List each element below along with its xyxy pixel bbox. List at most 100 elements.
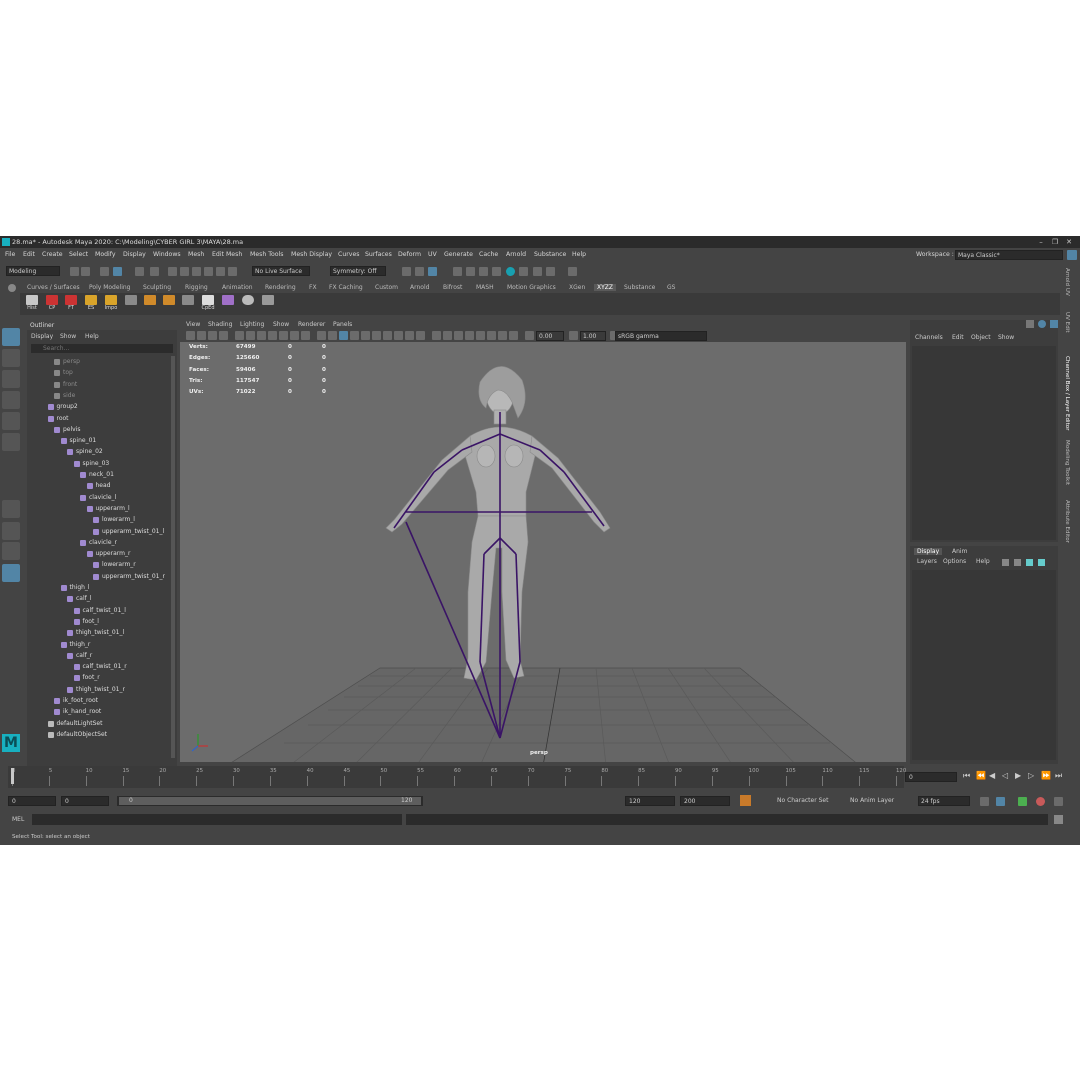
attribute-editor-toggle-icon[interactable] (1050, 320, 1058, 328)
sound-icon[interactable] (1018, 797, 1027, 806)
render-settings-icon[interactable] (479, 267, 488, 276)
menu-generate[interactable]: Generate (444, 251, 473, 258)
gear-icon[interactable] (8, 284, 16, 292)
outliner-menu-show[interactable]: Show (60, 333, 76, 340)
range-slider-handle[interactable] (119, 797, 421, 805)
gamma-field[interactable]: 1.00 (580, 331, 606, 341)
step-forward-key-icon[interactable]: ⏩ (1041, 771, 1051, 780)
xray-joints-icon[interactable] (465, 331, 474, 340)
select-tool-icon[interactable] (2, 328, 20, 346)
lights-icon[interactable] (361, 331, 370, 340)
safe-action-icon[interactable] (290, 331, 299, 340)
camera-tools-icon[interactable] (428, 267, 437, 276)
outliner-item[interactable]: ik_foot_root (63, 697, 98, 704)
step-back-key-icon[interactable]: ⏪ (976, 771, 986, 780)
outliner-item[interactable]: calf_twist_01_l (83, 607, 126, 614)
shelf-tab[interactable]: Arnold (410, 284, 429, 291)
shelf-tab[interactable]: Poly Modeling (89, 284, 131, 291)
four-view-icon[interactable] (2, 522, 20, 540)
safe-title-icon[interactable] (301, 331, 310, 340)
outliner-item[interactable]: upperarm_l (96, 505, 130, 512)
lasso-tool-icon[interactable] (2, 349, 20, 367)
textured-icon[interactable] (350, 331, 359, 340)
shelf-tab[interactable]: Rendering (265, 284, 296, 291)
scale-tool-icon[interactable] (2, 433, 20, 451)
side-tab-modeling-toolkit[interactable]: Modeling Toolkit (1064, 440, 1070, 485)
outliner-item[interactable]: clavicle_l (89, 494, 116, 501)
exposure-icon[interactable] (525, 331, 534, 340)
viewport-menu-show[interactable]: Show (273, 321, 289, 328)
outliner-item[interactable]: calf_r (76, 652, 92, 659)
shelf-tab[interactable]: Substance (624, 284, 655, 291)
time-slider[interactable]: 0510152025303540455055606570758085909510… (8, 766, 906, 788)
cache-playback-icon[interactable] (996, 797, 1005, 806)
shelf-tab[interactable]: Rigging (185, 284, 208, 291)
shelf-tab[interactable]: Animation (222, 284, 253, 291)
outliner-item[interactable]: calf_l (76, 595, 91, 602)
outliner-item[interactable]: lowerarm_r (102, 561, 136, 568)
step-back-frame-icon[interactable]: ◀ (989, 771, 995, 780)
channel-menu-show[interactable]: Show (998, 334, 1014, 341)
outliner-item[interactable]: root (57, 415, 69, 422)
current-frame-field[interactable]: 0 (905, 772, 957, 782)
side-tab-attribute-editor[interactable]: Attribute Editor (1064, 500, 1070, 543)
outliner-item[interactable]: side (63, 392, 75, 399)
isolate-select-icon[interactable] (432, 331, 441, 340)
shelf-tab[interactable]: Custom (375, 284, 398, 291)
channel-menu-channels[interactable]: Channels (915, 334, 943, 341)
arnold-render-icon[interactable] (506, 267, 515, 276)
shelf-button-hist[interactable]: Hist (24, 295, 40, 313)
outliner-item[interactable]: spine_03 (83, 460, 110, 467)
smooth-shade-icon[interactable] (328, 331, 337, 340)
character-set-dropdown[interactable]: No Character Set (775, 796, 835, 806)
pin-icon[interactable] (1026, 320, 1034, 328)
side-tab-channel-box[interactable]: Channel Box / Layer Editor (1064, 356, 1070, 431)
layer-menu-options[interactable]: Options (943, 558, 966, 565)
outliner-item[interactable]: spine_01 (70, 437, 97, 444)
render-view-icon[interactable] (415, 267, 424, 276)
menu-mesh-display[interactable]: Mesh Display (291, 251, 332, 258)
pause-icon[interactable] (546, 267, 555, 276)
loop-icon[interactable] (980, 797, 989, 806)
outliner-item[interactable]: neck_01 (89, 471, 114, 478)
new-layer-selected-icon[interactable] (1038, 559, 1045, 566)
outliner-item[interactable]: thigh_twist_01_r (76, 686, 125, 693)
shelf-button-uv[interactable] (220, 295, 236, 313)
new-layer-icon[interactable] (1026, 559, 1033, 566)
shelf-tab[interactable]: Bifrost (443, 284, 462, 291)
snap-grid-icon[interactable] (168, 267, 177, 276)
bookmark-icon[interactable] (208, 331, 217, 340)
outliner-item[interactable]: clavicle_r (89, 539, 117, 546)
depth-of-field-icon[interactable] (416, 331, 425, 340)
viewport-settings-icon[interactable] (509, 331, 518, 340)
shelf-tab[interactable]: Curves / Surfaces (27, 284, 80, 291)
animation-prefs-icon[interactable] (1054, 797, 1063, 806)
shelf-button-cped[interactable]: CpEd (200, 295, 216, 313)
snap-curve-icon[interactable] (180, 267, 189, 276)
lock-icon[interactable] (1067, 250, 1077, 260)
maximize-button[interactable]: ❐ (1048, 237, 1062, 247)
script-editor-icon[interactable] (568, 267, 577, 276)
snap-pivot-icon[interactable] (228, 267, 237, 276)
minimize-button[interactable]: – (1034, 237, 1048, 247)
menu-modify[interactable]: Modify (95, 251, 116, 258)
outliner-item[interactable]: group2 (57, 403, 78, 410)
viewport-menu-lighting[interactable]: Lighting (240, 321, 264, 328)
menu-curves[interactable]: Curves (338, 251, 359, 258)
shelf-button-align[interactable] (142, 295, 158, 313)
shelf-tab[interactable]: Sculpting (143, 284, 171, 291)
outliner-item[interactable]: defaultLightSet (57, 720, 103, 727)
outliner-item[interactable]: top (63, 369, 73, 376)
select-by-type-icon[interactable] (150, 267, 159, 276)
go-to-end-icon[interactable]: ⏭ (1055, 771, 1062, 781)
shelf-tab-active[interactable]: XYZZ (594, 284, 616, 291)
paint-select-tool-icon[interactable] (2, 370, 20, 388)
side-tab-arnold-uv[interactable]: Arnold UV (1064, 268, 1070, 296)
menu-mesh[interactable]: Mesh (188, 251, 204, 258)
current-time-marker[interactable] (11, 768, 14, 784)
go-to-start-icon[interactable]: ⏮ (963, 771, 970, 781)
motion-blur-icon[interactable] (394, 331, 403, 340)
outliner-item[interactable]: thigh_l (70, 584, 90, 591)
channel-menu-edit[interactable]: Edit (952, 334, 964, 341)
rotate-tool-icon[interactable] (2, 412, 20, 430)
